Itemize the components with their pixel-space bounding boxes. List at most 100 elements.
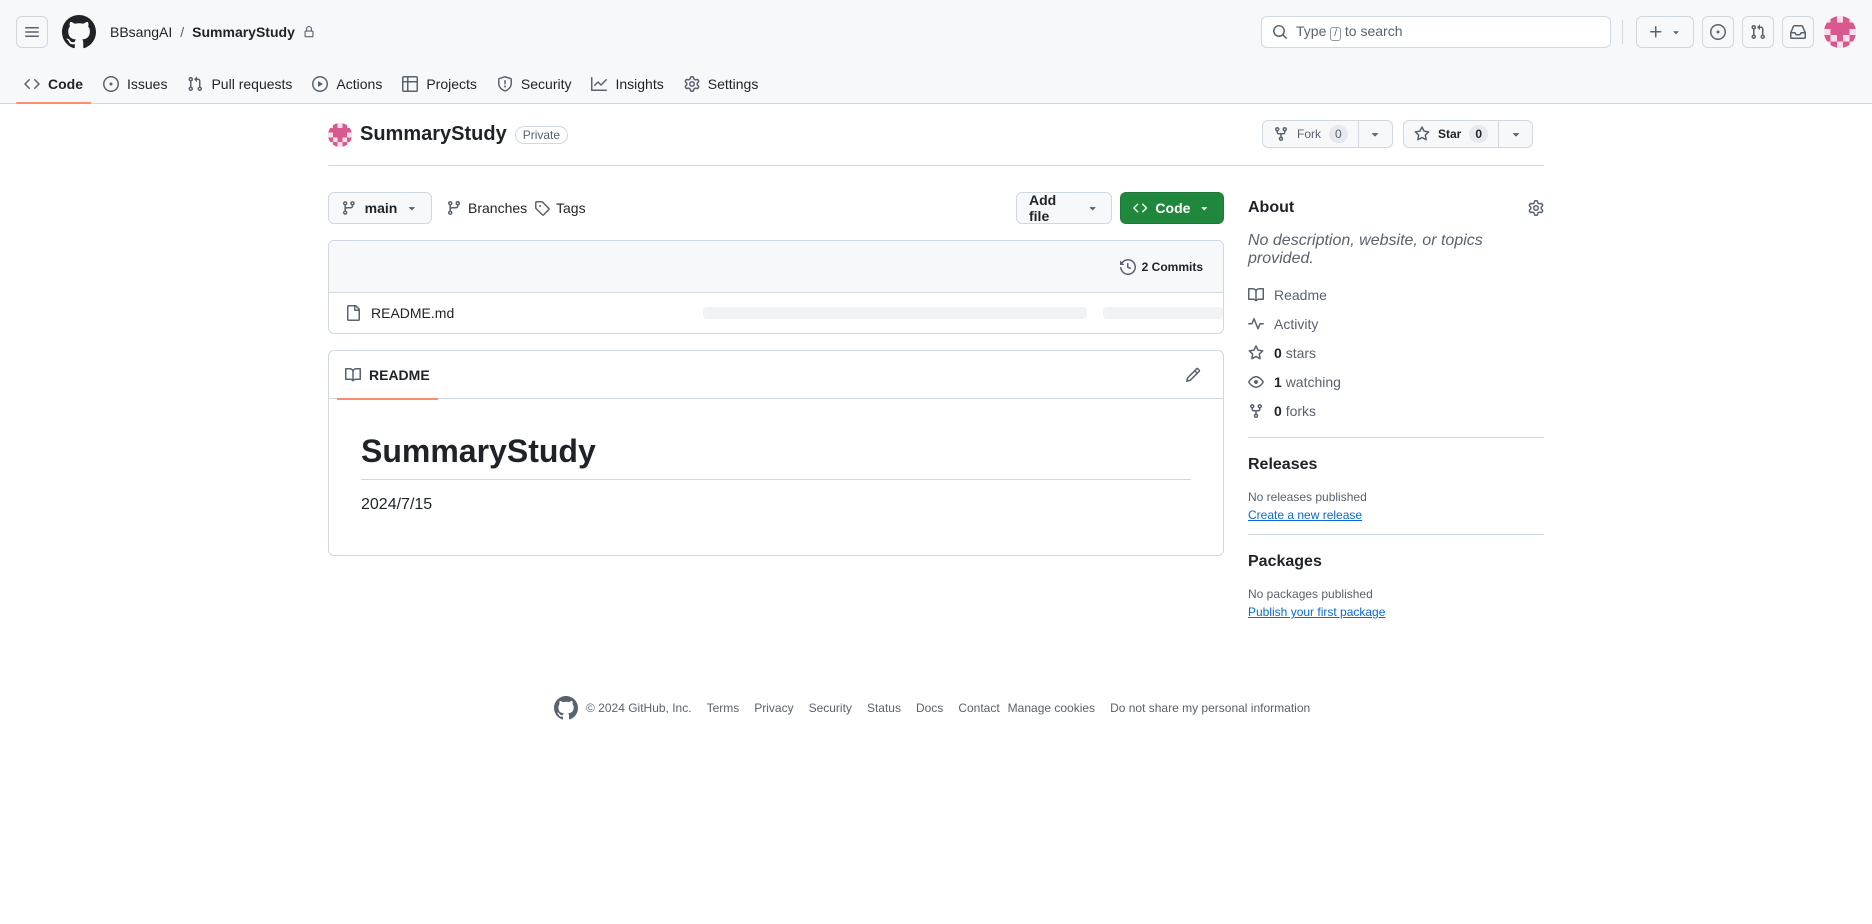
branches-link[interactable]: Branches (446, 192, 527, 224)
footer-link-privacy[interactable]: Privacy (754, 701, 793, 715)
tab-code[interactable]: Code (16, 64, 91, 104)
github-logo-icon[interactable] (62, 15, 96, 49)
gear-icon (1528, 200, 1544, 216)
commits-header: 2 Commits (329, 241, 1223, 293)
star-dropdown-button[interactable] (1499, 120, 1534, 148)
create-new-button[interactable] (1636, 16, 1694, 48)
search-icon (1273, 25, 1287, 39)
branch-name: main (364, 200, 398, 216)
publish-package-link[interactable]: Publish your first package (1248, 605, 1544, 619)
readme-panel: README SummaryStudy 2024/7/15 (328, 350, 1224, 556)
shield-icon (497, 76, 512, 92)
hamburger-icon (25, 27, 39, 37)
about-item-stars[interactable]: 0 stars (1248, 338, 1544, 367)
code-icon (1133, 203, 1148, 213)
tab-settings[interactable]: Settings (676, 64, 767, 104)
inbox-button[interactable] (1782, 16, 1814, 48)
tab-label: Issues (127, 76, 168, 92)
repo-main: SummaryStudy Private Fork 0 Star 0 main … (328, 104, 1544, 619)
search-input[interactable]: Type / to search (1261, 16, 1611, 48)
tags-label: Tags (556, 200, 586, 216)
readme-text: 2024/7/15 (361, 496, 433, 513)
tab-label: Insights (615, 76, 664, 92)
lock-icon (304, 26, 314, 38)
menu-button[interactable] (16, 16, 48, 48)
book-icon (345, 367, 361, 382)
about-item-forks[interactable]: 0 forks (1248, 396, 1544, 425)
about-list: Readme Activity 0 stars 1 watching 0 for… (1248, 280, 1544, 425)
code-button[interactable]: Code (1120, 192, 1224, 224)
fork-dropdown-button[interactable] (1358, 120, 1393, 148)
footer-link-do-not-share[interactable]: Do not share my personal information (1110, 701, 1310, 715)
create-release-link[interactable]: Create a new release (1248, 508, 1544, 522)
github-logo-icon[interactable] (554, 696, 578, 720)
about-sidebar: About No description, website, or topics… (1248, 192, 1544, 619)
pull-requests-button[interactable] (1742, 16, 1774, 48)
repo-title[interactable]: SummaryStudy (360, 123, 507, 146)
breadcrumb: BBsangAI / SummaryStudy (110, 24, 315, 40)
file-name[interactable]: README.md (371, 305, 454, 321)
footer-link-security[interactable]: Security (809, 701, 852, 715)
tab-insights[interactable]: Insights (583, 64, 671, 104)
tags-link[interactable]: Tags (534, 192, 586, 224)
add-file-button[interactable]: Add file (1016, 192, 1112, 224)
fork-button[interactable]: Fork 0 (1262, 120, 1359, 148)
breadcrumb-repo-link[interactable]: SummaryStudy (192, 24, 295, 40)
book-icon (1248, 287, 1264, 301)
star-button[interactable]: Star 0 (1403, 120, 1500, 148)
readme-tab[interactable]: README (337, 351, 438, 400)
packages-heading[interactable]: Packages (1248, 551, 1544, 573)
tab-security[interactable]: Security (489, 64, 580, 104)
issues-button[interactable] (1702, 16, 1734, 48)
user-avatar[interactable] (1824, 16, 1856, 48)
releases-heading[interactable]: Releases (1248, 454, 1544, 476)
about-item-label: stars (1285, 344, 1317, 361)
plus-icon (1650, 26, 1662, 38)
about-item-readme[interactable]: Readme (1248, 280, 1544, 309)
tab-label: Projects (426, 76, 477, 92)
tab-actions[interactable]: Actions (304, 64, 390, 104)
about-item-activity[interactable]: Activity (1248, 309, 1544, 338)
about-item-watching[interactable]: 1 watching (1248, 367, 1544, 396)
git-pull-request-icon (1751, 24, 1766, 40)
fork-label: Fork (1297, 127, 1321, 141)
sidebar-divider (1248, 437, 1544, 438)
triangle-down-icon (1512, 133, 1519, 137)
code-label: Code (1155, 200, 1191, 216)
footer-link-contact[interactable]: Contact (958, 701, 999, 715)
branch-select-button[interactable]: main (328, 192, 432, 224)
file-row[interactable]: README.md (329, 293, 1223, 333)
fork-button-group: Fork 0 (1262, 120, 1393, 148)
play-icon (312, 76, 329, 92)
star-count: 0 (1469, 125, 1489, 143)
app-header: BBsangAI / SummaryStudy Type / to search… (0, 0, 1872, 104)
tab-label: Pull requests (211, 76, 293, 92)
tab-issues[interactable]: Issues (95, 64, 175, 104)
footer-link-terms[interactable]: Terms (707, 701, 740, 715)
about-settings-button[interactable] (1528, 200, 1544, 216)
stars-count: 0 (1274, 344, 1282, 361)
edit-readme-button[interactable] (1185, 367, 1201, 383)
fork-count: 0 (1329, 125, 1348, 143)
repo-title-row: SummaryStudy Private Fork 0 Star 0 (328, 104, 1544, 166)
repo-owner-avatar (328, 122, 352, 147)
footer-link-manage-cookies[interactable]: Manage cookies (1008, 701, 1095, 715)
history-icon (1119, 258, 1136, 275)
readme-tab-label: README (369, 367, 430, 383)
file-list: 2 Commits README.md (328, 240, 1224, 334)
commits-link[interactable]: 2 Commits (1142, 260, 1203, 274)
table-icon (402, 76, 419, 92)
git-branch-icon (342, 201, 355, 215)
about-item-label: Readme (1274, 286, 1327, 303)
about-item-label: Activity (1274, 315, 1319, 332)
footer-link-status[interactable]: Status (867, 701, 901, 715)
footer-link-docs[interactable]: Docs (916, 701, 943, 715)
tab-projects[interactable]: Projects (394, 64, 485, 104)
releases-empty-text: No releases published (1248, 490, 1367, 504)
add-file-label: Add file (1029, 192, 1057, 224)
breadcrumb-owner-link[interactable]: BBsangAI (110, 24, 172, 40)
search-placeholder: Type / to search (1296, 23, 1403, 41)
graph-icon (591, 77, 608, 91)
tab-pull-requests[interactable]: Pull requests (179, 64, 300, 104)
triangle-down-icon (1201, 207, 1208, 211)
